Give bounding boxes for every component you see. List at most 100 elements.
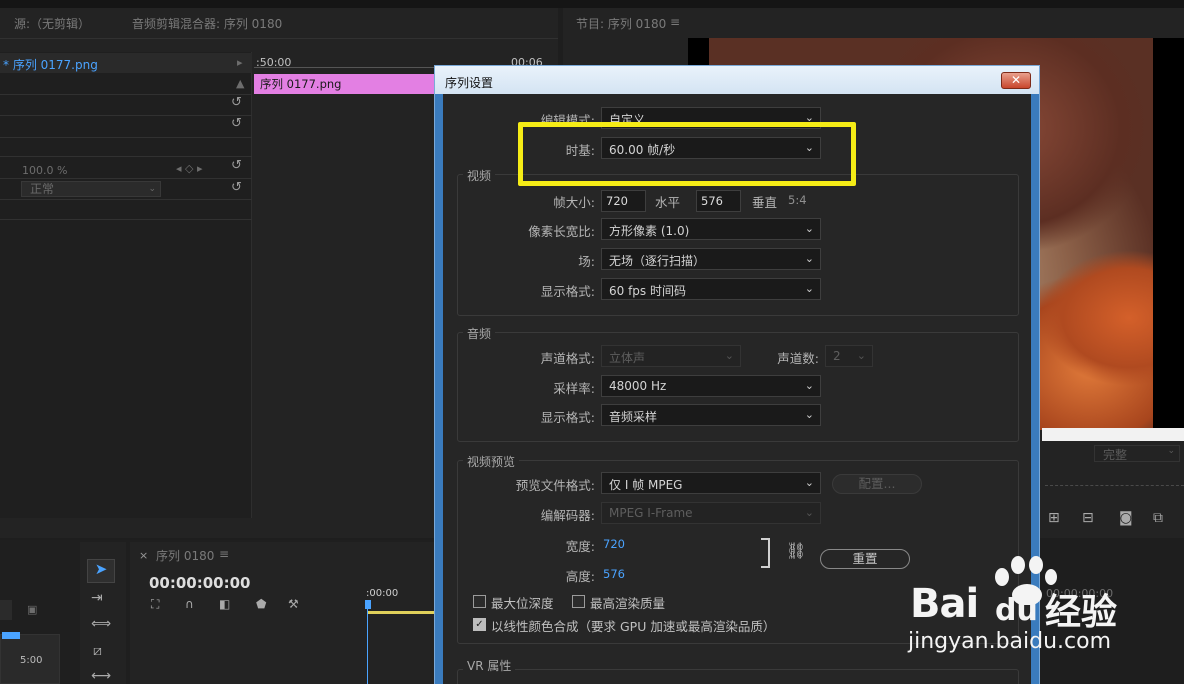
width-value[interactable]: 720 [603,537,625,551]
sequence-tab-close[interactable]: × [139,549,148,562]
link-bracket [761,538,770,568]
reset-button[interactable]: 重置 [820,549,910,569]
effect-controls-list [0,52,252,518]
codec-value: MPEG I-Frame [609,506,693,520]
channel-format-select[interactable]: 立体声 ⌄ [601,345,741,367]
watermark-brand-cn: 经验 [1045,592,1118,633]
playhead[interactable] [365,600,371,609]
channel-count-label: 声道数: [777,351,819,366]
timeline-ruler-ticks [254,67,434,72]
blend-mode-select[interactable]: 正常 ⌄ [21,181,161,197]
chevron-down-icon: ⌄ [856,349,866,362]
audio-group-title: 音频 [463,325,496,342]
timecode-display[interactable]: 00:00:00:00 [149,574,251,592]
source-panel-tab[interactable]: 源:（无剪辑） [14,15,90,32]
opacity-value[interactable]: 100.0 % [22,164,67,177]
field-select[interactable]: 无场（逐行扫描） ⌄ [601,248,821,270]
pixel-aspect-select[interactable]: 方形像素 (1.0) ⌄ [601,218,821,240]
max-render-quality-checkbox[interactable] [572,595,585,608]
watermark-brand-left: Bai [910,581,979,627]
blend-mode-value: 正常 [30,182,55,196]
timeline-clip[interactable]: 序列 0177.png [254,74,435,94]
left-time-label: 5:00 [20,655,43,666]
row-divider [0,137,252,138]
playhead-line [367,609,368,684]
timebase-highlight-box [518,122,856,186]
folder-icon[interactable]: ▣ [27,603,37,616]
channel-count-value: 2 [833,349,841,363]
razor-icon[interactable]: ⧄ [93,643,102,659]
expand-arrow-icon[interactable]: ▸ [237,56,243,69]
camera-icon[interactable]: ◙ [1119,510,1133,526]
vertical-label: 垂直 [752,195,778,210]
frame-height-input[interactable]: 576 [696,190,741,212]
codec-select[interactable]: MPEG I-Frame ⌄ [601,502,821,524]
preview-format-select[interactable]: 仅 I 帧 MPEG ⌄ [601,472,821,494]
scroll-up-icon[interactable]: ▲ [236,77,244,90]
watermark-brand-right: du [995,593,1038,628]
marker-icon[interactable]: ⬟ [256,597,266,611]
reset-icon[interactable]: ↺ [231,180,242,195]
row-divider [0,178,252,179]
watermark-url: jingyan.baidu.com [908,629,1112,654]
extract-icon[interactable]: ⊟ [1082,510,1094,526]
snap-icon[interactable]: ∩ [185,597,194,611]
chevron-down-icon: ⌄ [148,184,156,194]
close-button[interactable]: ✕ [1001,72,1031,89]
chevron-down-icon: ⌄ [804,252,814,265]
compare-icon[interactable]: ⧉ [1153,510,1163,526]
keyframe-nav-icon[interactable]: ◂ ◇ ▸ [176,162,203,175]
program-panel-tab[interactable]: 节目: 序列 0180 [576,15,666,32]
frame-width-input[interactable]: 720 [601,190,646,212]
video-preview-group-title: 视频预览 [463,453,520,470]
reset-icon[interactable]: ↺ [231,158,242,173]
reset-icon[interactable]: ↺ [231,116,242,131]
field-label: 场: [578,254,595,269]
lift-icon[interactable]: ⊞ [1048,510,1060,526]
work-area-bar[interactable] [368,611,434,614]
panel-divider [0,38,558,39]
pixel-aspect-label: 像素长宽比: [528,224,595,239]
chevron-down-icon: ⌄ [804,506,814,519]
panel-menu-icon[interactable]: ≡ [670,15,680,29]
video-display-format-select[interactable]: 60 fps 时间码 ⌄ [601,278,821,300]
quality-select[interactable]: 完整 ⌄ [1094,445,1180,462]
selection-tool[interactable]: ➤ [87,559,115,583]
linear-color-checkbox[interactable]: ✓ [473,618,486,631]
reset-icon[interactable]: ↺ [231,95,242,110]
slip-icon[interactable]: ⟷ [91,668,111,684]
width-label: 宽度: [565,539,595,554]
row-divider [0,156,252,157]
row-divider [0,94,252,95]
program-ruler [1045,478,1184,486]
chevron-down-icon: ⌄ [1167,446,1175,456]
sequence-tab[interactable]: 序列 0180 [156,547,214,564]
row-divider [0,199,252,200]
configure-button[interactable]: 配置... [832,474,922,494]
wrench-icon[interactable]: ⚒ [288,597,299,611]
clip-name[interactable]: * 序列 0177.png [3,56,98,73]
audio-mixer-tab[interactable]: 音频剪辑混合器: 序列 0180 [132,15,282,32]
sample-rate-label: 采样率: [553,381,595,396]
link-icon[interactable]: ⛓ [786,541,806,560]
sample-rate-select[interactable]: 48000 Hz ⌄ [601,375,821,397]
ripple-edit-icon[interactable]: ⟺ [91,616,111,632]
linear-color-label: 以线性颜色合成（要求 GPU 加速或最高渲染品质） [491,619,776,634]
chevron-down-icon: ⌄ [804,222,814,235]
max-bit-depth-checkbox[interactable] [473,595,486,608]
linked-select-icon[interactable]: ◧ [219,597,230,611]
channel-count-select[interactable]: 2 ⌄ [825,345,873,367]
panel-menu-icon[interactable]: ≡ [219,547,229,561]
row-divider [0,115,252,116]
height-value[interactable]: 576 [603,567,625,581]
codec-label: 编解码器: [540,508,595,523]
track-select-icon[interactable]: ⇥ [91,590,103,606]
chevron-down-icon: ⌄ [804,379,814,392]
chevron-down-icon: ⌄ [724,349,734,362]
audio-display-format-select[interactable]: 音频采样 ⌄ [601,404,821,426]
video-display-format-value: 60 fps 时间码 [609,284,686,298]
preview-format-value: 仅 I 帧 MPEG [609,478,683,492]
nest-icon[interactable]: ⛶ [151,597,159,612]
left-mini-panel [0,600,12,620]
video-display-format-label: 显示格式: [540,284,595,299]
